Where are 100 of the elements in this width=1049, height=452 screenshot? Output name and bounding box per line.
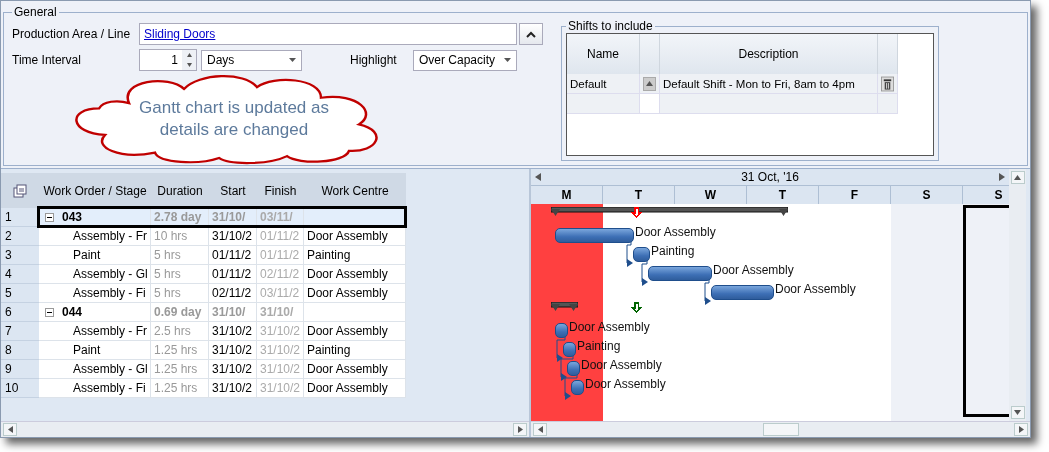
interval-spinner[interactable]: 1 [139, 49, 197, 71]
day-header: S [963, 186, 1009, 204]
task-bar[interactable] [648, 266, 712, 281]
table-cell: 31/10/2 [257, 379, 304, 398]
table-cell: 31/10/2 [209, 379, 257, 398]
table-cell: 31/10/2 [257, 322, 304, 341]
table-cell: 31/10/2 [257, 341, 304, 360]
table-cell: 5 hrs [151, 284, 209, 303]
previous-arrow-icon[interactable] [535, 173, 541, 181]
connector-line [641, 261, 649, 287]
column-header[interactable]: Work Centre [304, 173, 406, 208]
down-arrow-icon [1014, 410, 1021, 415]
table-cell: Painting [304, 341, 406, 360]
column-header[interactable]: Finish [257, 173, 304, 208]
collapse-toggle[interactable] [45, 307, 54, 317]
scroll-up-button[interactable] [1010, 171, 1025, 184]
scroll-right-button[interactable] [1014, 423, 1028, 436]
production-area-field[interactable]: Sliding Doors [139, 23, 517, 45]
column-header [878, 34, 898, 74]
dropdown-arrow-icon [289, 58, 296, 62]
up-icon [646, 81, 653, 86]
row-number: 7 [1, 322, 39, 341]
table-cell: 5 hrs [151, 246, 209, 265]
column-header[interactable]: Duration [151, 173, 209, 208]
columns-icon[interactable] [13, 183, 27, 198]
scroll-left-button[interactable] [533, 423, 547, 436]
collapse-button[interactable] [519, 23, 543, 45]
day-header: T [603, 186, 675, 204]
row-number: 8 [1, 341, 39, 360]
unit-dropdown[interactable]: Days [201, 49, 302, 71]
field-label: Production Area / Line [12, 27, 132, 41]
column-header: Description [660, 34, 878, 74]
vertical-scrollbar[interactable] [1009, 169, 1026, 421]
table-cell: Door Assembly [304, 284, 406, 303]
summary-bar[interactable] [551, 207, 788, 217]
chevron-up-icon [526, 30, 536, 38]
table-cell: 1.25 hrs [151, 360, 209, 379]
date-header: 31 Oct, '16 [741, 170, 799, 184]
down-icon[interactable] [186, 63, 192, 67]
table-cell: 31/10/2 [209, 360, 257, 379]
task-bar[interactable] [711, 285, 774, 300]
work-order-cell: Assembly - Fi [39, 284, 151, 303]
group-title: General [13, 5, 58, 19]
row-number: 10 [1, 379, 39, 398]
table-cell: 1.25 hrs [151, 341, 209, 360]
table-cell: 01/11/2 [209, 265, 257, 284]
table-cell: Default Shift - Mon to Fri, 8am to 4pm [660, 74, 878, 94]
scroll-thumb[interactable] [762, 423, 799, 436]
table-cell: 03/11/2 [257, 284, 304, 303]
horizontal-scrollbar[interactable] [1, 421, 529, 437]
up-icon[interactable] [186, 53, 192, 57]
highlight-dropdown[interactable]: Over Capacity [413, 49, 517, 71]
production-area-link[interactable]: Sliding Doors [144, 27, 216, 41]
table-cell: 01/11/2 [209, 246, 257, 265]
table-cell: 5 hrs [151, 265, 209, 284]
table-cell: Painting [304, 246, 406, 265]
table-cell: 02/11/2 [209, 284, 257, 303]
task-label: Door Assembly [775, 282, 856, 296]
right-arrow-icon [517, 426, 523, 433]
task-bar[interactable] [633, 247, 650, 262]
work-order-cell: Assembly - Fi [39, 379, 151, 398]
field-label: Highlight [350, 53, 398, 67]
up-arrow-icon [1014, 175, 1021, 180]
scroll-right-button[interactable] [513, 423, 527, 436]
table-cell: 31/10/ [257, 303, 304, 322]
horizontal-scrollbar[interactable] [531, 421, 1030, 437]
task-label: Painting [651, 244, 695, 258]
field-label: Time Interval [12, 53, 82, 67]
row-number: 6 [1, 303, 39, 322]
table-cell: 1.25 hrs [151, 379, 209, 398]
scroll-left-button[interactable] [3, 423, 17, 436]
day-header: F [819, 186, 891, 204]
column-header[interactable]: Work Order / Stage [39, 173, 151, 208]
connector-line [704, 280, 712, 306]
work-order-cell: Assembly - Gl [39, 360, 151, 379]
task-label: Door Assembly [713, 263, 794, 277]
callout-text: Gantt chart is updated as details are changed [138, 97, 330, 141]
scroll-down-button[interactable] [1010, 406, 1025, 419]
table-cell: Door Assembly [304, 322, 406, 341]
row-number: 1 [1, 208, 39, 227]
dropdown-arrow-icon [504, 58, 511, 62]
work-order-cell: Assembly - Fr [39, 322, 151, 341]
connector-line [556, 337, 566, 363]
table-cell: 2.5 hrs [151, 322, 209, 341]
table-cell: 31/10/2 [257, 360, 304, 379]
row-number: 5 [1, 284, 39, 303]
group-title: Shifts to include [567, 19, 654, 33]
column-header[interactable]: Start [209, 173, 257, 208]
next-arrow-icon[interactable] [999, 173, 1005, 181]
connector-line [560, 356, 574, 382]
table-cell: 01/11/2 [257, 246, 304, 265]
collapse-toggle[interactable] [45, 212, 54, 222]
table-cell: Door Assembly [304, 360, 406, 379]
column-header: Name [567, 34, 640, 74]
table-cell: 31/10/ [209, 303, 257, 322]
table-cell: 31/10/2 [209, 341, 257, 360]
work-order-cell: Assembly - Gl [39, 265, 151, 284]
table-cell: 02/11/2 [257, 265, 304, 284]
day-header: M [531, 186, 603, 204]
row-number: 3 [1, 246, 39, 265]
